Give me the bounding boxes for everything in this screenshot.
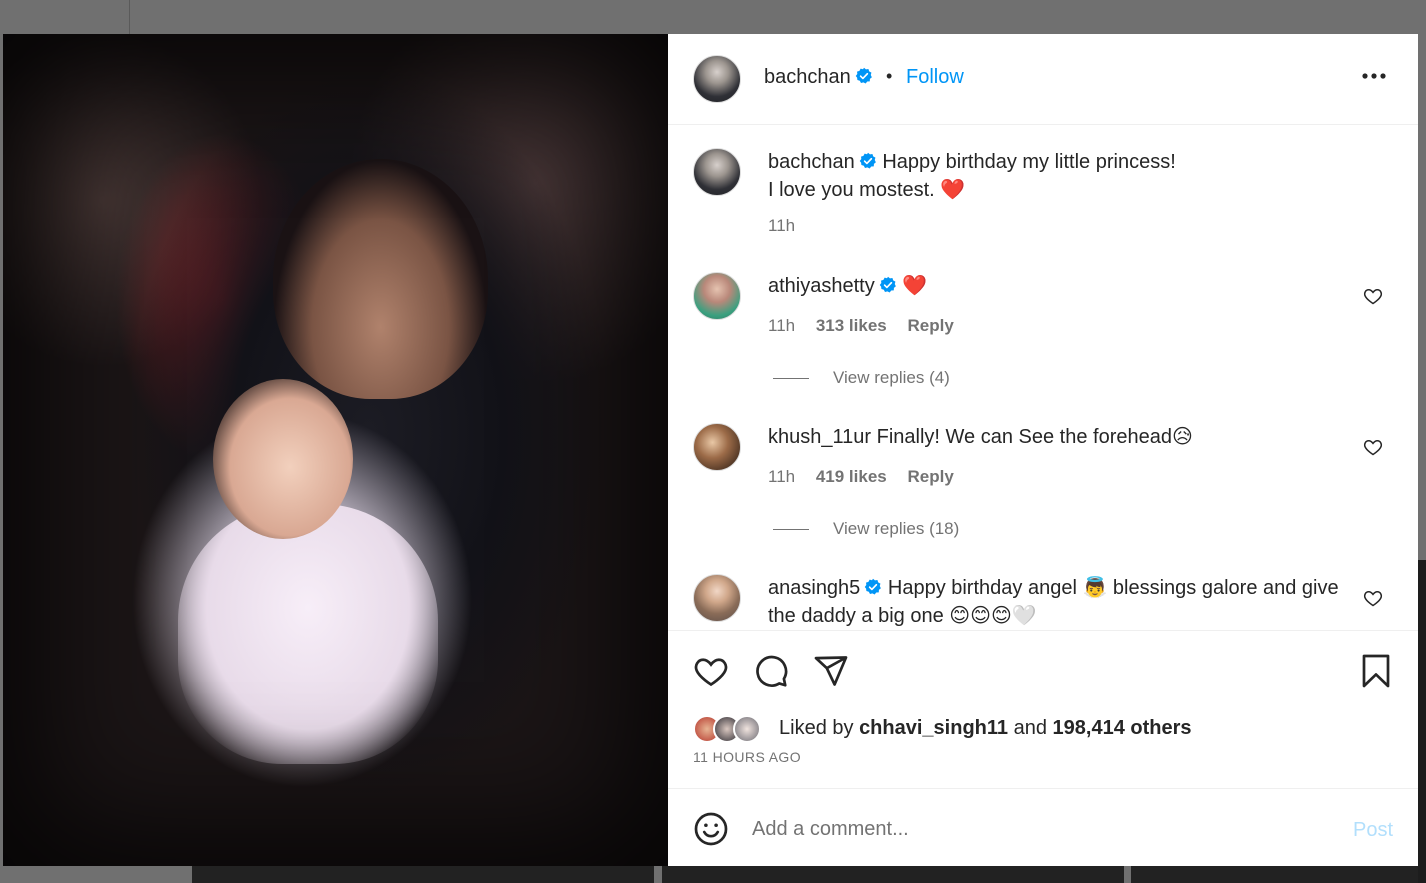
header-separator: •: [886, 66, 893, 86]
comment-meta: 11h 313 likes Reply: [768, 316, 970, 336]
liker-avatar: [733, 715, 761, 743]
post-photo[interactable]: [3, 34, 668, 866]
liked-by-summary: Liked by chhavi_singh11 and 198,414 othe…: [779, 717, 1192, 740]
commenter-username[interactable]: khush_11ur: [768, 426, 871, 448]
like-heart-icon[interactable]: [693, 653, 729, 689]
comment-time[interactable]: 11h: [768, 316, 795, 335]
comment-body: khush_11ur Finally! We can See the foreh…: [768, 423, 1358, 451]
follow-button[interactable]: Follow: [906, 66, 964, 89]
verified-badge-icon: [879, 276, 896, 293]
caption-meta: 11h: [768, 216, 811, 236]
liked-by-prefix: Liked by: [779, 717, 854, 739]
emoji-picker-icon[interactable]: [693, 811, 729, 847]
commenter-avatar[interactable]: [693, 272, 741, 320]
comment-text: ❤️: [902, 275, 928, 297]
comment-like-heart-icon[interactable]: [1363, 437, 1383, 457]
comment-like-heart-icon[interactable]: [1363, 588, 1383, 608]
comment-reply-button[interactable]: Reply: [907, 467, 953, 486]
verified-badge-icon: [855, 67, 872, 84]
background-thumbnail: [192, 866, 654, 883]
save-bookmark-icon[interactable]: [1358, 653, 1394, 689]
comment-reply-button[interactable]: Reply: [907, 316, 953, 335]
author-username-text[interactable]: bachchan: [764, 66, 851, 88]
liked-by-conjunction: and: [1013, 717, 1047, 739]
commenter-avatar[interactable]: [693, 423, 741, 471]
heart-emoji: ❤️: [940, 179, 966, 201]
verified-badge-icon: [859, 152, 876, 169]
photo-vignette: [3, 34, 668, 866]
post-comment-button[interactable]: Post: [1353, 819, 1393, 842]
comment-bubble-icon[interactable]: [753, 653, 789, 689]
commenter-avatar[interactable]: [693, 574, 741, 622]
background-thumbnail: [1418, 560, 1426, 883]
view-replies-button[interactable]: View replies (4): [773, 368, 950, 388]
comment-like-heart-icon[interactable]: [1363, 286, 1383, 306]
comment-input[interactable]: [752, 811, 1312, 847]
commenter-username[interactable]: athiyashetty: [768, 275, 875, 297]
comment-likes[interactable]: 419 likes: [816, 467, 887, 486]
caption-author-avatar[interactable]: [693, 148, 741, 196]
comment-meta: 11h 419 likes Reply: [768, 467, 970, 487]
first-liker-username[interactable]: chhavi_singh11: [859, 717, 1008, 739]
comment-body: anasingh5 Happy birthday angel 👼 blessin…: [768, 574, 1358, 629]
caption-author-username[interactable]: bachchan: [768, 151, 855, 173]
caption-text-line1: Happy birthday my little princess!: [882, 151, 1176, 173]
likes-count-others[interactable]: 198,414 others: [1053, 717, 1192, 739]
comment-composer: Post: [668, 788, 1418, 866]
comment-likes[interactable]: 313 likes: [816, 316, 887, 335]
post-modal: bachchan • Follow bachchan Happy birthda…: [3, 34, 1418, 866]
author-avatar[interactable]: [693, 55, 741, 103]
caption-time[interactable]: 11h: [768, 216, 795, 235]
post-actions: Liked by chhavi_singh11 and 198,414 othe…: [668, 630, 1418, 788]
comment-body: athiyashetty ❤️: [768, 272, 1358, 300]
comments-list[interactable]: bachchan Happy birthday my little prince…: [668, 126, 1418, 629]
background-thumbnail: [662, 866, 1124, 883]
post-header: bachchan • Follow: [668, 34, 1418, 125]
verified-badge-icon: [865, 578, 882, 595]
share-paper-plane-icon[interactable]: [813, 653, 849, 689]
more-options-icon[interactable]: [1361, 70, 1387, 82]
liked-by-avatars[interactable]: [693, 715, 773, 745]
background-thumbnail: [1131, 866, 1426, 883]
author-username[interactable]: bachchan: [764, 66, 873, 89]
caption-text-line2: I love you mostest.: [768, 179, 935, 201]
view-replies-button[interactable]: View replies (18): [773, 519, 959, 539]
comment-time[interactable]: 11h: [768, 467, 795, 486]
background-divider: [129, 0, 130, 34]
caption-body: bachchan Happy birthday my little prince…: [768, 148, 1358, 204]
post-sidebar: bachchan • Follow bachchan Happy birthda…: [668, 34, 1418, 866]
comment-text: Finally! We can See the forehead😥: [876, 426, 1193, 448]
commenter-username[interactable]: anasingh5: [768, 577, 860, 599]
post-time-ago[interactable]: 11 HOURS AGO: [693, 749, 801, 765]
